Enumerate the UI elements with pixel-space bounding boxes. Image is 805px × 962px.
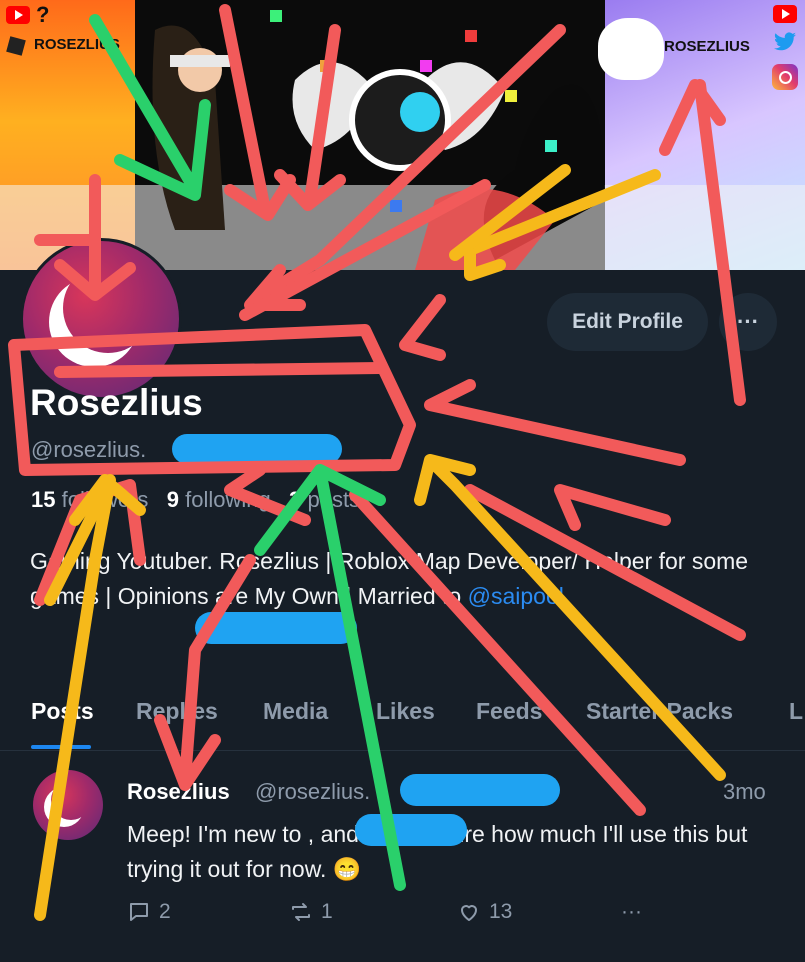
pixel-deco	[390, 200, 402, 212]
post-handle[interactable]: @rosezlius.	[255, 779, 370, 805]
tab-starter-packs[interactable]: Starter Packs	[586, 698, 733, 725]
followers-link[interactable]: 15 followers	[31, 487, 148, 512]
moon-logo	[63, 263, 153, 353]
bio-text: Gaming Youtuber. Rosezlius | Roblox Map …	[30, 548, 749, 609]
post-author[interactable]: Rosezlius	[127, 779, 230, 805]
pixel-deco	[465, 30, 477, 42]
reply-icon	[130, 903, 148, 921]
heart-icon	[461, 905, 477, 921]
tab-media[interactable]: Media	[263, 698, 328, 725]
scribble-arrow	[399, 294, 446, 361]
banner-tag-right: ROSEZLIUS	[664, 38, 750, 55]
repost-icon	[292, 903, 310, 921]
active-tab-indicator	[31, 745, 91, 749]
edit-profile-button[interactable]: Edit Profile	[547, 293, 708, 351]
twitter-icon	[774, 32, 796, 51]
youtube-icon	[6, 6, 30, 24]
like-button[interactable]: 13	[457, 900, 512, 924]
tab-replies[interactable]: Replies	[136, 698, 218, 725]
profile-bio: Gaming Youtuber. Rosezlius | Roblox Map …	[30, 544, 775, 613]
instagram-icon	[772, 64, 798, 90]
pixel-deco	[505, 90, 517, 102]
profile-tabs: Posts Replies Media Likes Feeds Starter …	[0, 690, 805, 751]
like-count: 13	[489, 900, 513, 923]
tab-posts[interactable]: Posts	[31, 698, 94, 725]
scribble-arrow	[424, 379, 686, 466]
redaction-mark	[172, 434, 342, 464]
pixel-deco	[545, 140, 557, 152]
redaction-mark	[195, 612, 357, 644]
more-icon: ···	[621, 900, 642, 923]
bio-mention-link[interactable]: @saipool.	[468, 583, 571, 609]
tab-likes[interactable]: Likes	[376, 698, 435, 725]
banner-tag-left: ROSEZLIUS	[34, 36, 120, 53]
tab-lists[interactable]: L	[789, 698, 803, 725]
profile-banner[interactable]: ? ROSEZLIUS ROSEZLIUS	[0, 0, 805, 270]
moon-logo	[51, 780, 91, 820]
following-link[interactable]: 9 following	[167, 487, 271, 512]
post-avatar[interactable]	[33, 770, 103, 840]
profile-more-button[interactable]: ···	[719, 293, 777, 351]
repost-count: 1	[321, 900, 333, 923]
profile-stats: 15 followers 9 following 3 posts	[31, 487, 360, 513]
reply-count: 2	[159, 900, 171, 923]
display-name: Rosezlius	[30, 382, 203, 423]
post-item[interactable]: Rosezlius @rosezlius. 3mo Meep! I'm new …	[0, 752, 805, 962]
pixel-deco	[420, 60, 432, 72]
tab-feeds[interactable]: Feeds	[476, 698, 542, 725]
avatar-image	[23, 241, 179, 397]
banner-artwork	[152, 25, 605, 270]
redaction-mark	[400, 774, 560, 806]
post-more-button[interactable]: ···	[621, 900, 642, 924]
profile-handle: @rosezlius.	[31, 437, 147, 462]
post-actions: 2 1 13 ···	[127, 900, 777, 930]
repost-button[interactable]: 1	[289, 900, 333, 924]
pixel-deco	[270, 10, 282, 22]
post-timestamp[interactable]: 3mo	[723, 779, 766, 805]
profile-avatar[interactable]	[20, 238, 182, 400]
scribble-arrow	[554, 484, 671, 531]
banner-mascot	[598, 18, 664, 80]
youtube-icon	[773, 5, 797, 23]
banner-question: ?	[36, 2, 50, 27]
reply-button[interactable]: 2	[127, 900, 171, 924]
posts-count: 3 posts	[289, 487, 361, 512]
pixel-deco	[320, 60, 332, 72]
redaction-mark	[355, 814, 467, 846]
